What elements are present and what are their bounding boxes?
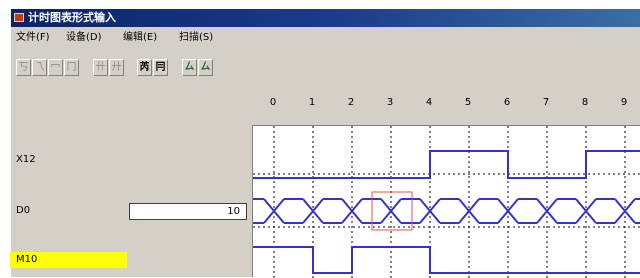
zoom-in-icon[interactable]: ㄙ — [182, 59, 197, 76]
signal-label-m10[interactable]: M10 — [10, 252, 127, 268]
menu-device[interactable]: 设备(D) — [66, 31, 102, 45]
menu-file[interactable]: 文件(F) — [16, 31, 50, 45]
menu-edit[interactable]: 编辑(E) — [123, 31, 157, 45]
title-bar[interactable]: 计时图表形式输入 — [11, 9, 640, 27]
set-icon[interactable]: 芮 — [137, 59, 152, 76]
time-tick: 2 — [347, 97, 355, 108]
signal-label-x12[interactable]: X12 — [16, 153, 36, 167]
menu-bar: 文件(F) 设备(D) 编辑(E) 扫描(S) — [11, 28, 640, 48]
m10-waveform — [253, 246, 640, 274]
rise-edge-icon[interactable]: 丂 — [16, 59, 31, 76]
low-level-icon[interactable]: 冂 — [64, 59, 79, 76]
waveform-canvas[interactable] — [252, 125, 640, 278]
fall-edge-icon[interactable]: 乁 — [32, 59, 47, 76]
waveform-svg — [253, 126, 640, 278]
time-tick: 4 — [425, 97, 433, 108]
reset-icon[interactable]: 冃 — [153, 59, 168, 76]
x12-waveform — [253, 150, 640, 179]
d0-waveform — [253, 198, 640, 224]
time-tick: 5 — [464, 97, 472, 108]
app-icon — [14, 13, 24, 22]
pulse-icon[interactable]: 卄 — [93, 59, 108, 76]
signal-label-d0[interactable]: D0 — [16, 204, 30, 218]
time-tick: 9 — [620, 97, 628, 108]
time-tick: 1 — [308, 97, 316, 108]
time-tick: 7 — [542, 97, 550, 108]
time-tick: 6 — [503, 97, 511, 108]
zoom-out-icon[interactable]: ㄙ — [198, 59, 213, 76]
menu-scan[interactable]: 扫描(S) — [179, 31, 213, 45]
inverse-pulse-icon[interactable]: 廾 — [109, 59, 124, 76]
window-title: 计时图表形式输入 — [28, 11, 116, 24]
d0-value-field[interactable]: 10 — [129, 203, 247, 220]
time-tick: 8 — [581, 97, 589, 108]
time-tick: 0 — [269, 97, 277, 108]
time-tick: 3 — [386, 97, 394, 108]
high-level-icon[interactable]: 冖 — [48, 59, 63, 76]
